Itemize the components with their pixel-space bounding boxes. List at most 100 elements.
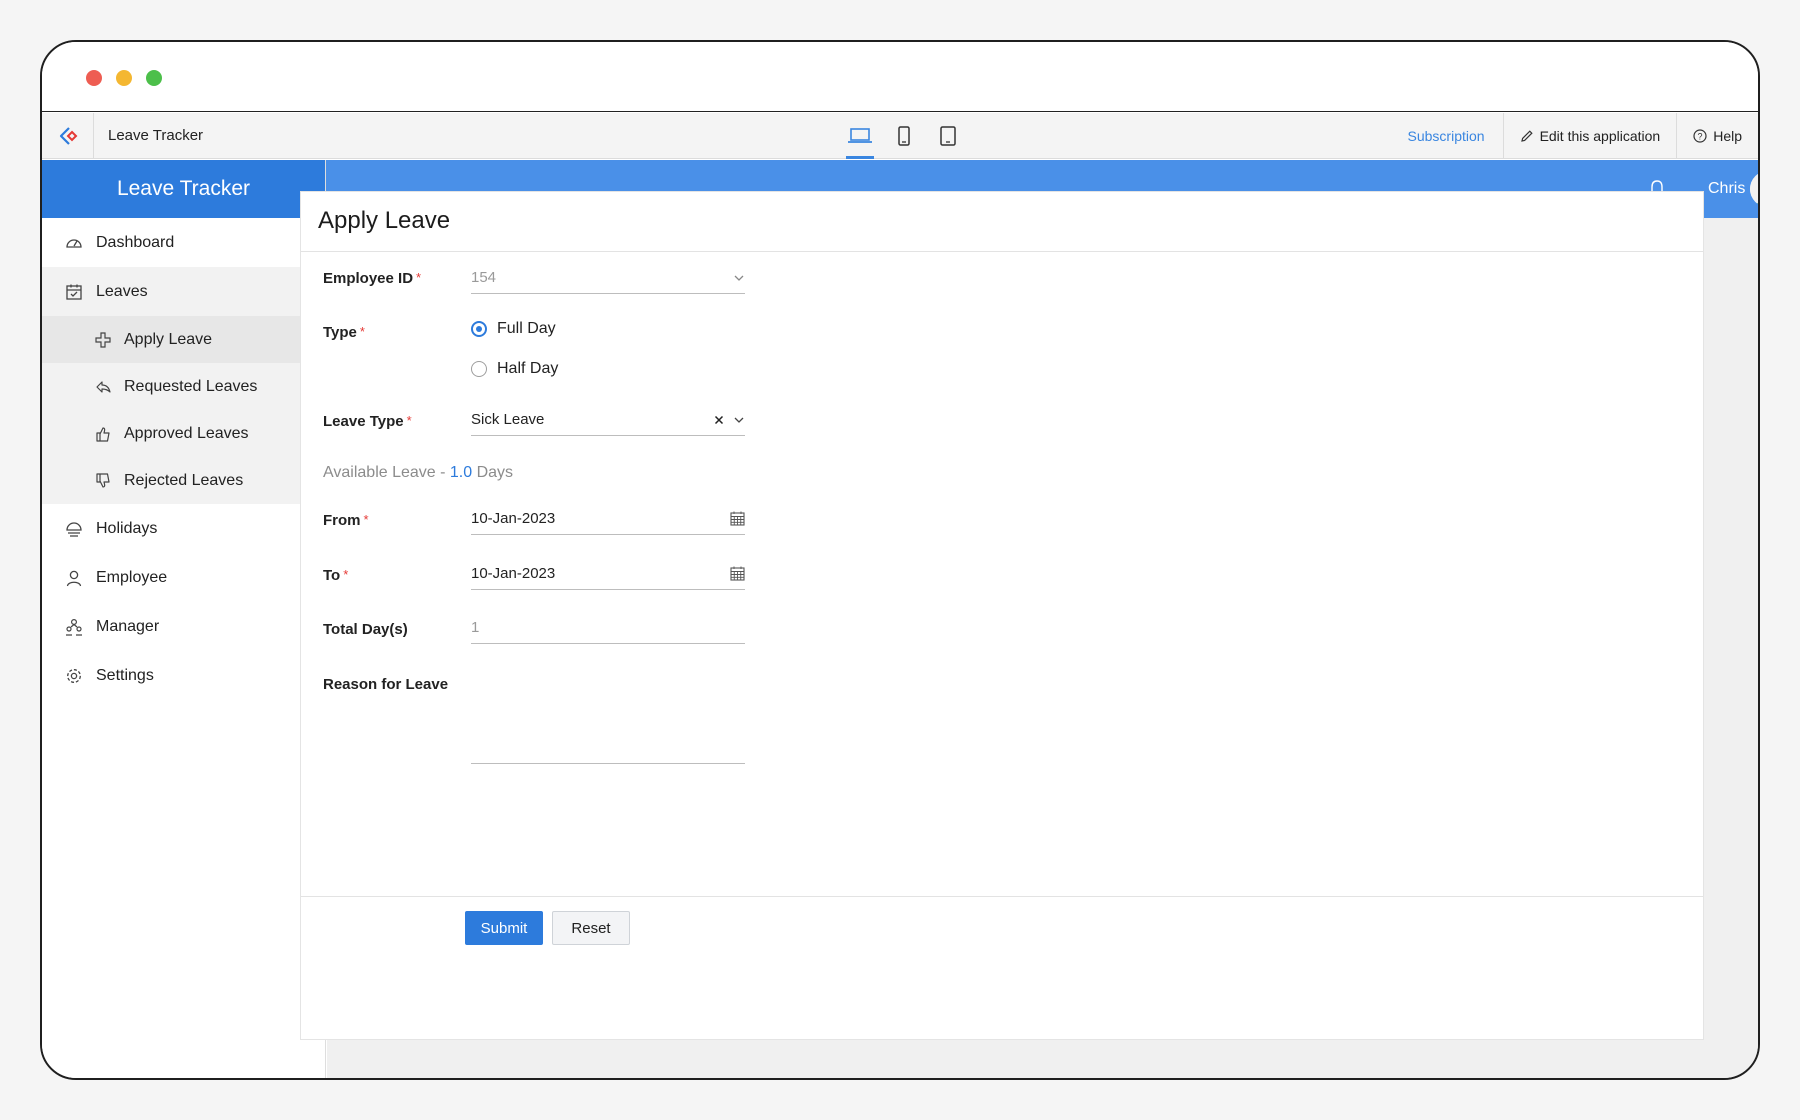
- leave-type-label: Leave Type *: [323, 413, 412, 430]
- user-name[interactable]: Chris: [1708, 160, 1745, 218]
- from-label: From *: [323, 512, 369, 529]
- sidebar-item-label: Dashboard: [96, 233, 175, 251]
- form-footer-divider: [301, 896, 1703, 897]
- chevron-down-icon: [733, 272, 745, 284]
- total-days-field[interactable]: 1: [471, 612, 745, 644]
- sidebar: Leave Tracker Dashboard Leaves Apply Lea…: [42, 160, 326, 1078]
- reset-button[interactable]: Reset: [552, 911, 630, 945]
- from-label-text: From: [323, 512, 361, 529]
- sidebar-subitem-label: Apply Leave: [124, 330, 213, 348]
- app-name: Leave Tracker: [108, 127, 204, 144]
- edit-application-button[interactable]: Edit this application: [1502, 113, 1677, 159]
- calendar-icon[interactable]: [730, 566, 745, 581]
- subscription-link[interactable]: Subscription: [1392, 113, 1503, 159]
- available-leave-value: 1.0: [449, 464, 473, 481]
- help-icon: ?: [1693, 129, 1707, 143]
- sidebar-item-employee[interactable]: Employee: [42, 553, 325, 602]
- leave-type-value: Sick Leave: [471, 411, 545, 428]
- manager-icon: [64, 617, 84, 637]
- reply-icon: [94, 378, 112, 396]
- creator-toolbar: Leave Tracker Subscription Edit this app…: [42, 113, 1758, 159]
- window-titlebar: [42, 42, 1758, 112]
- leave-type-label-text: Leave Type: [323, 413, 404, 430]
- phone-icon: [898, 126, 910, 146]
- plus-icon: [94, 331, 112, 349]
- employee-id-select[interactable]: 154: [471, 262, 745, 294]
- to-label: To *: [323, 567, 348, 584]
- radio-button[interactable]: [471, 361, 487, 377]
- available-leave-suffix: Days: [472, 464, 514, 481]
- help-button[interactable]: ? Help: [1676, 113, 1758, 159]
- sidebar-item-manager[interactable]: Manager: [42, 602, 325, 651]
- sidebar-item-label: Holidays: [96, 519, 158, 537]
- type-label: Type *: [323, 324, 365, 341]
- to-date-value: 10-Jan-2023: [471, 565, 556, 582]
- laptop-view-button[interactable]: [838, 113, 882, 159]
- holiday-icon: [64, 519, 84, 539]
- sidebar-item-settings[interactable]: Settings: [42, 651, 325, 700]
- minimize-window-button[interactable]: [116, 70, 132, 86]
- gear-icon: [64, 666, 84, 686]
- required-mark: *: [416, 270, 422, 285]
- required-mark: *: [406, 413, 412, 428]
- user-icon: [64, 568, 84, 588]
- sidebar-subitem-label: Approved Leaves: [124, 424, 249, 442]
- leaves-submenu: Apply Leave Requested Leaves Approved Le…: [42, 316, 325, 504]
- close-window-button[interactable]: [86, 70, 102, 86]
- dashboard-icon: [64, 233, 84, 253]
- calendar-icon: [64, 282, 84, 302]
- sidebar-item-label: Settings: [96, 666, 154, 684]
- sidebar-subitem-approved-leaves[interactable]: Approved Leaves: [42, 410, 325, 457]
- required-mark: *: [343, 567, 349, 582]
- from-date-value: 10-Jan-2023: [471, 510, 556, 527]
- phone-view-button[interactable]: [882, 113, 926, 159]
- avatar[interactable]: [1750, 171, 1758, 207]
- thumbs-up-icon: [94, 425, 112, 443]
- total-days-label-text: Total Day(s): [323, 621, 408, 638]
- laptop-icon: [848, 128, 872, 143]
- total-days-value: 1: [471, 619, 480, 636]
- type-label-text: Type: [323, 324, 357, 341]
- radio-full-day-label: Full Day: [497, 320, 556, 337]
- employee-id-value: 154: [471, 269, 497, 286]
- tablet-view-button[interactable]: [926, 113, 970, 159]
- submit-button[interactable]: Submit: [465, 911, 543, 945]
- sidebar-subitem-apply-leave[interactable]: Apply Leave: [42, 316, 325, 363]
- sidebar-app-title: Leave Tracker: [42, 160, 325, 218]
- sidebar-subitem-label: Rejected Leaves: [124, 471, 244, 489]
- svg-text:?: ?: [1698, 131, 1703, 141]
- sidebar-item-label: Employee: [96, 568, 168, 586]
- sidebar-subitem-requested-leaves[interactable]: Requested Leaves: [42, 363, 325, 410]
- sidebar-item-holidays[interactable]: Holidays: [42, 504, 325, 553]
- sidebar-item-label: Manager: [96, 617, 160, 635]
- clear-icon[interactable]: [713, 414, 725, 426]
- maximize-window-button[interactable]: [146, 70, 162, 86]
- required-mark: *: [359, 324, 365, 339]
- leave-type-select[interactable]: Sick Leave: [471, 404, 745, 436]
- radio-half-day[interactable]: Half Day: [471, 360, 558, 378]
- to-date-field[interactable]: 10-Jan-2023: [471, 558, 745, 590]
- creator-logo-icon[interactable]: [42, 113, 94, 159]
- reason-label: Reason for Leave: [323, 676, 448, 693]
- reason-textarea[interactable]: [471, 664, 745, 764]
- radio-full-day[interactable]: Full Day: [471, 320, 556, 338]
- sidebar-item-label: Leaves: [96, 282, 148, 300]
- employee-id-label: Employee ID *: [323, 270, 421, 287]
- edit-application-label: Edit this application: [1539, 128, 1661, 144]
- sidebar-subitem-rejected-leaves[interactable]: Rejected Leaves: [42, 457, 325, 504]
- device-switcher: [838, 113, 970, 159]
- to-label-text: To: [323, 567, 341, 584]
- help-label: Help: [1713, 128, 1742, 144]
- sidebar-item-dashboard[interactable]: Dashboard: [42, 218, 325, 267]
- calendar-icon[interactable]: [730, 511, 745, 526]
- from-date-field[interactable]: 10-Jan-2023: [471, 503, 745, 535]
- pencil-icon: [1520, 130, 1533, 142]
- radio-half-day-label: Half Day: [497, 360, 559, 377]
- reason-label-text: Reason for Leave: [323, 676, 449, 693]
- radio-button-checked[interactable]: [471, 321, 487, 337]
- available-leave-text: Available Leave - 1.0 Days: [323, 464, 513, 482]
- chevron-down-icon: [733, 414, 745, 426]
- sidebar-item-leaves[interactable]: Leaves: [42, 267, 325, 316]
- tablet-icon: [940, 126, 956, 146]
- page-title: Apply Leave: [301, 192, 1703, 252]
